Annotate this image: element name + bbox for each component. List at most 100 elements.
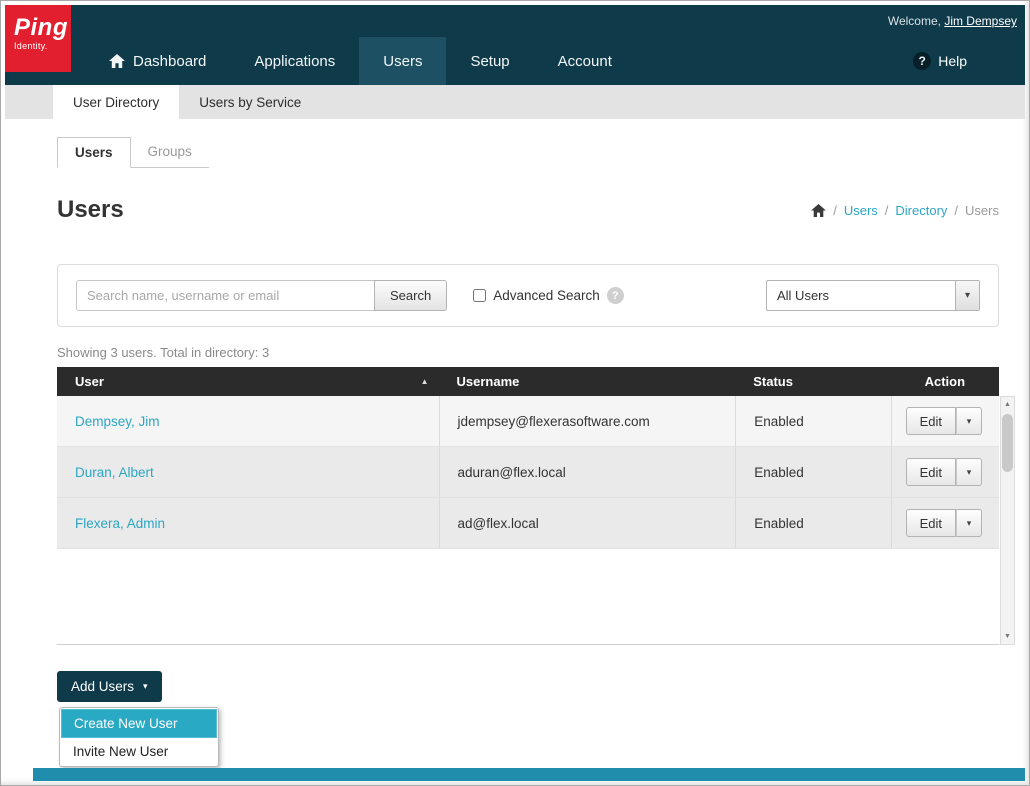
nav-label: Setup bbox=[470, 53, 509, 70]
tab-label: User Directory bbox=[73, 95, 159, 110]
nav-applications[interactable]: Applications bbox=[230, 37, 359, 85]
nav-label: Account bbox=[558, 53, 612, 70]
logo-brand-text: Ping bbox=[14, 15, 71, 41]
logo-sub-text: Identity. bbox=[14, 41, 71, 51]
status-cell: Enabled bbox=[754, 414, 804, 429]
edit-split-button: Edit ▾ bbox=[906, 509, 982, 537]
username-cell: ad@flex.local bbox=[458, 516, 539, 531]
column-header-user[interactable]: User ▲ bbox=[57, 374, 439, 389]
tab-label: Users by Service bbox=[199, 95, 301, 110]
user-filter-value: All Users bbox=[767, 288, 955, 303]
main-content: Users Groups Users / Users / Directory /… bbox=[5, 119, 1025, 767]
app-window: Ping Identity. Welcome, Jim Dempsey Dash… bbox=[0, 0, 1030, 786]
column-label: Status bbox=[753, 374, 793, 389]
users-table-main: User ▲ Username Status Action Dempsey, J… bbox=[57, 367, 999, 645]
sort-asc-icon: ▲ bbox=[421, 377, 429, 386]
breadcrumb-link-directory[interactable]: Directory bbox=[895, 203, 947, 218]
tab-users-by-service[interactable]: Users by Service bbox=[179, 85, 321, 119]
users-table: User ▲ Username Status Action Dempsey, J… bbox=[57, 367, 1015, 645]
search-panel: Search Advanced Search ? All Users ▾ bbox=[57, 264, 999, 327]
table-scrollbar[interactable]: ▲ ▼ bbox=[1000, 396, 1015, 645]
table-header-row: User ▲ Username Status Action bbox=[57, 367, 999, 396]
breadcrumb-separator: / bbox=[885, 203, 889, 218]
welcome-prefix: Welcome, bbox=[888, 14, 941, 28]
breadcrumb: / Users / Directory / Users bbox=[811, 203, 999, 218]
advanced-search-group: Advanced Search ? bbox=[473, 287, 624, 304]
search-button[interactable]: Search bbox=[374, 280, 447, 311]
tab-groups[interactable]: Groups bbox=[131, 137, 209, 167]
edit-button[interactable]: Edit bbox=[906, 407, 956, 435]
scrollbar-thumb[interactable] bbox=[1002, 414, 1013, 472]
help-button[interactable]: ? Help bbox=[913, 37, 967, 85]
tab-label: Groups bbox=[148, 144, 192, 159]
current-user-link[interactable]: Jim Dempsey bbox=[944, 14, 1017, 28]
edit-split-button: Edit ▾ bbox=[906, 407, 982, 435]
edit-dropdown-caret[interactable]: ▾ bbox=[956, 407, 982, 435]
scroll-down-icon[interactable]: ▼ bbox=[1001, 629, 1014, 644]
column-header-status[interactable]: Status bbox=[735, 374, 890, 389]
nav-label: Applications bbox=[254, 53, 335, 70]
nav-setup[interactable]: Setup bbox=[446, 37, 533, 85]
home-icon bbox=[109, 54, 125, 68]
breadcrumb-separator: / bbox=[954, 203, 958, 218]
add-users-button[interactable]: Add Users ▾ bbox=[57, 671, 162, 702]
breadcrumb-link-users[interactable]: Users bbox=[844, 203, 878, 218]
edit-dropdown-caret[interactable]: ▾ bbox=[956, 509, 982, 537]
column-header-username[interactable]: Username bbox=[439, 374, 736, 389]
username-cell: aduran@flex.local bbox=[458, 465, 566, 480]
scroll-up-icon[interactable]: ▲ bbox=[1001, 397, 1014, 412]
content-tabbar: Users Groups bbox=[57, 137, 209, 168]
column-label: User bbox=[75, 374, 104, 389]
status-cell: Enabled bbox=[754, 516, 804, 531]
menu-item-invite-new-user[interactable]: Invite New User bbox=[61, 738, 217, 765]
table-row: Dempsey, Jim jdempsey@flexerasoftware.co… bbox=[57, 396, 999, 447]
username-cell: jdempsey@flexerasoftware.com bbox=[458, 414, 650, 429]
welcome-area: Welcome, Jim Dempsey bbox=[888, 14, 1017, 28]
table-empty-space bbox=[57, 549, 999, 644]
advanced-search-checkbox[interactable] bbox=[473, 289, 486, 302]
nav-dashboard[interactable]: Dashboard bbox=[85, 37, 230, 85]
nav-label: Dashboard bbox=[133, 53, 206, 70]
user-name-link[interactable]: Dempsey, Jim bbox=[75, 414, 160, 429]
breadcrumb-home-icon[interactable] bbox=[811, 204, 826, 217]
nav-account[interactable]: Account bbox=[534, 37, 636, 85]
top-header: Ping Identity. Welcome, Jim Dempsey Dash… bbox=[5, 5, 1025, 85]
nav-label: Users bbox=[383, 53, 422, 70]
user-filter-select[interactable]: All Users ▾ bbox=[766, 280, 980, 311]
tab-user-directory[interactable]: User Directory bbox=[53, 85, 179, 119]
nav-users[interactable]: Users bbox=[359, 37, 446, 85]
user-name-link[interactable]: Flexera, Admin bbox=[75, 516, 165, 531]
advanced-search-help-icon[interactable]: ? bbox=[607, 287, 624, 304]
edit-split-button: Edit ▾ bbox=[906, 458, 982, 486]
tab-users[interactable]: Users bbox=[57, 137, 131, 168]
chevron-down-icon: ▾ bbox=[955, 281, 979, 310]
add-users-label: Add Users bbox=[71, 679, 134, 694]
service-tabbar: User Directory Users by Service bbox=[5, 85, 1025, 119]
help-icon: ? bbox=[913, 52, 931, 70]
edit-dropdown-caret[interactable]: ▾ bbox=[956, 458, 982, 486]
user-name-link[interactable]: Duran, Albert bbox=[75, 465, 154, 480]
edit-button[interactable]: Edit bbox=[906, 458, 956, 486]
status-cell: Enabled bbox=[754, 465, 804, 480]
add-users-menu: Create New User Invite New User bbox=[59, 707, 219, 767]
breadcrumb-separator: / bbox=[833, 203, 837, 218]
edit-button[interactable]: Edit bbox=[906, 509, 956, 537]
page-title: Users bbox=[57, 196, 124, 224]
title-row: Users / Users / Directory / Users bbox=[57, 196, 999, 224]
main-nav: Dashboard Applications Users Setup Accou… bbox=[85, 37, 1025, 85]
advanced-search-label: Advanced Search bbox=[493, 288, 600, 303]
column-header-action: Action bbox=[891, 374, 999, 389]
results-summary: Showing 3 users. Total in directory: 3 bbox=[57, 345, 999, 360]
caret-down-icon: ▾ bbox=[143, 681, 148, 692]
tab-label: Users bbox=[75, 145, 113, 160]
search-input[interactable] bbox=[76, 280, 374, 311]
table-row: Flexera, Admin ad@flex.local Enabled Edi… bbox=[57, 498, 999, 549]
menu-item-create-new-user[interactable]: Create New User bbox=[61, 709, 217, 738]
column-label: Action bbox=[925, 374, 965, 389]
footer-bar bbox=[33, 768, 1025, 781]
ping-identity-logo[interactable]: Ping Identity. bbox=[5, 5, 71, 72]
breadcrumb-current: Users bbox=[965, 203, 999, 218]
help-label: Help bbox=[938, 53, 967, 69]
table-row: Duran, Albert aduran@flex.local Enabled … bbox=[57, 447, 999, 498]
column-label: Username bbox=[457, 374, 520, 389]
